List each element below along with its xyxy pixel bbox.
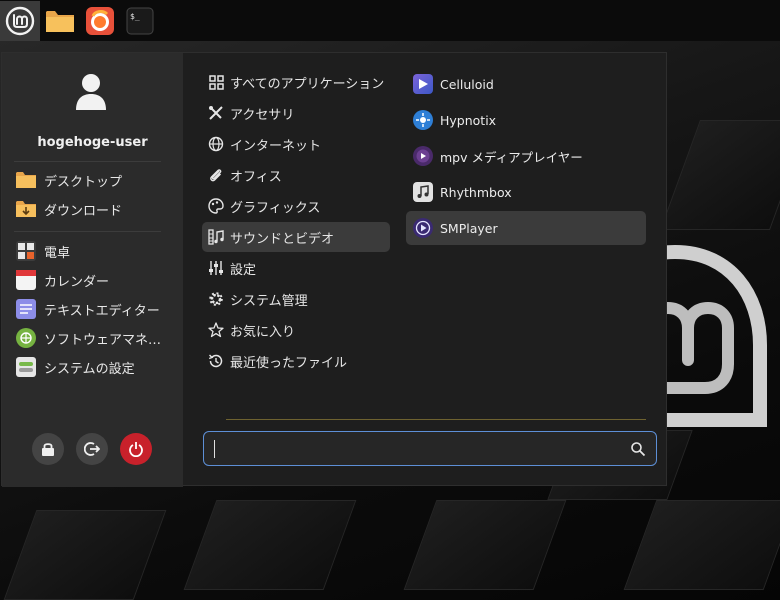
sidebar-item-calendar[interactable]: カレンダー bbox=[16, 267, 166, 293]
top-panel: $_ bbox=[0, 0, 780, 41]
category-administration[interactable]: システム管理 bbox=[202, 284, 390, 314]
category-label: オフィス bbox=[230, 169, 282, 185]
hypnotix-icon bbox=[413, 110, 433, 130]
background-tile bbox=[623, 500, 780, 590]
user-name: hogehoge-user bbox=[37, 135, 148, 150]
app-mpv[interactable]: mpv メディアプレイヤー bbox=[406, 139, 646, 173]
app-label: Hypnotix bbox=[440, 112, 497, 128]
sidebar-item-text-editor[interactable]: テキストエディター bbox=[16, 296, 166, 322]
app-label: Celluloid bbox=[440, 76, 494, 92]
lock-button[interactable] bbox=[32, 433, 64, 465]
logout-button[interactable] bbox=[76, 433, 108, 465]
app-label: Rhythmbox bbox=[440, 184, 512, 200]
background-tile bbox=[183, 500, 357, 590]
sidebar-item-label: ソフトウェアマネ… bbox=[44, 332, 162, 348]
category-label: グラフィックス bbox=[230, 200, 321, 216]
celluloid-icon bbox=[413, 74, 433, 94]
category-label: システム管理 bbox=[230, 293, 308, 309]
folder-icon bbox=[46, 10, 74, 32]
user-avatar-icon bbox=[76, 74, 106, 110]
mint-menu-button[interactable] bbox=[0, 0, 40, 41]
power-icon bbox=[129, 442, 143, 457]
category-label: 設定 bbox=[230, 262, 257, 278]
application-menu: hogehoge-user デスクトップ ダウンロード 電卓 カレンダー テキス… bbox=[1, 52, 667, 487]
calculator-icon bbox=[16, 241, 36, 261]
folder-icon bbox=[16, 170, 36, 190]
linux-mint-logo-icon bbox=[5, 6, 35, 35]
category-sound-and-video[interactable]: サウンドとビデオ bbox=[202, 222, 390, 252]
category-graphics[interactable]: グラフィックス bbox=[202, 191, 390, 221]
sliders-icon bbox=[208, 260, 224, 276]
files-launcher[interactable] bbox=[40, 1, 80, 41]
category-office[interactable]: オフィス bbox=[202, 160, 390, 190]
palette-icon bbox=[208, 198, 224, 214]
terminal-icon: $_ bbox=[126, 7, 154, 34]
background-tile bbox=[659, 120, 780, 230]
calendar-icon bbox=[16, 270, 36, 290]
background-tile bbox=[403, 500, 567, 590]
category-accessories[interactable]: アクセサリ bbox=[202, 98, 390, 128]
sidebar-item-calculator[interactable]: 電卓 bbox=[16, 238, 166, 264]
mpv-icon bbox=[413, 146, 433, 166]
category-label: すべてのアプリケーション bbox=[230, 76, 385, 92]
category-label: アクセサリ bbox=[230, 107, 295, 123]
app-hypnotix[interactable]: Hypnotix bbox=[406, 103, 646, 137]
sidebar-separator bbox=[14, 231, 161, 232]
sidebar-item-downloads[interactable]: ダウンロード bbox=[16, 196, 166, 222]
app-celluloid[interactable]: Celluloid bbox=[406, 67, 646, 101]
search-icon[interactable] bbox=[630, 441, 646, 457]
sidebar-item-label: 電卓 bbox=[44, 245, 71, 261]
sidebar-item-system-settings[interactable]: システムの設定 bbox=[16, 354, 166, 380]
sidebar-item-label: テキストエディター bbox=[44, 303, 160, 319]
paperclip-icon bbox=[208, 167, 224, 183]
smplayer-icon bbox=[413, 218, 433, 238]
gear-icon bbox=[208, 291, 224, 307]
system-settings-icon bbox=[16, 357, 36, 377]
firefox-launcher[interactable] bbox=[80, 1, 120, 41]
text-editor-icon bbox=[16, 299, 36, 319]
app-rhythmbox[interactable]: Rhythmbox bbox=[406, 175, 646, 209]
search-box[interactable] bbox=[203, 431, 657, 466]
category-label: お気に入り bbox=[230, 324, 296, 340]
background-tile bbox=[3, 510, 167, 600]
shutdown-button[interactable] bbox=[120, 433, 152, 465]
history-icon bbox=[208, 353, 224, 369]
grid-icon bbox=[208, 74, 224, 90]
globe-icon bbox=[208, 136, 224, 152]
download-folder-icon bbox=[16, 199, 36, 219]
terminal-launcher[interactable]: $_ bbox=[120, 1, 160, 41]
logout-icon bbox=[84, 442, 100, 456]
text-cursor bbox=[214, 440, 215, 458]
menu-sidebar: hogehoge-user デスクトップ ダウンロード 電卓 カレンダー テキス… bbox=[2, 53, 183, 487]
film-music-icon bbox=[208, 229, 224, 245]
software-manager-icon bbox=[16, 328, 36, 348]
lock-icon bbox=[42, 443, 54, 456]
sidebar-item-software-manager[interactable]: ソフトウェアマネ… bbox=[16, 325, 166, 351]
category-internet[interactable]: インターネット bbox=[202, 129, 390, 159]
category-label: インターネット bbox=[230, 138, 322, 154]
app-label: SMPlayer bbox=[440, 220, 498, 236]
firefox-icon bbox=[86, 6, 114, 35]
category-recent-files[interactable]: 最近使ったファイル bbox=[202, 346, 390, 376]
category-label: サウンドとビデオ bbox=[230, 231, 335, 247]
tools-icon bbox=[208, 105, 224, 121]
sidebar-item-label: カレンダー bbox=[44, 274, 110, 290]
category-label: 最近使ったファイル bbox=[230, 355, 348, 371]
category-favorites[interactable]: お気に入り bbox=[202, 315, 390, 345]
terminal-icon-label: $_ bbox=[130, 12, 140, 21]
app-smplayer[interactable]: SMPlayer bbox=[406, 211, 646, 245]
app-label: mpv メディアプレイヤー bbox=[440, 149, 583, 165]
sidebar-separator bbox=[14, 161, 161, 162]
sidebar-item-desktop[interactable]: デスクトップ bbox=[16, 167, 166, 193]
search-divider bbox=[226, 419, 646, 420]
category-preferences[interactable]: 設定 bbox=[202, 253, 390, 283]
sidebar-item-label: システムの設定 bbox=[44, 361, 135, 377]
sidebar-item-label: デスクトップ bbox=[44, 174, 123, 190]
rhythmbox-icon bbox=[413, 182, 433, 202]
sidebar-item-label: ダウンロード bbox=[44, 203, 123, 219]
category-all-applications[interactable]: すべてのアプリケーション bbox=[202, 67, 390, 97]
star-icon bbox=[208, 322, 224, 338]
